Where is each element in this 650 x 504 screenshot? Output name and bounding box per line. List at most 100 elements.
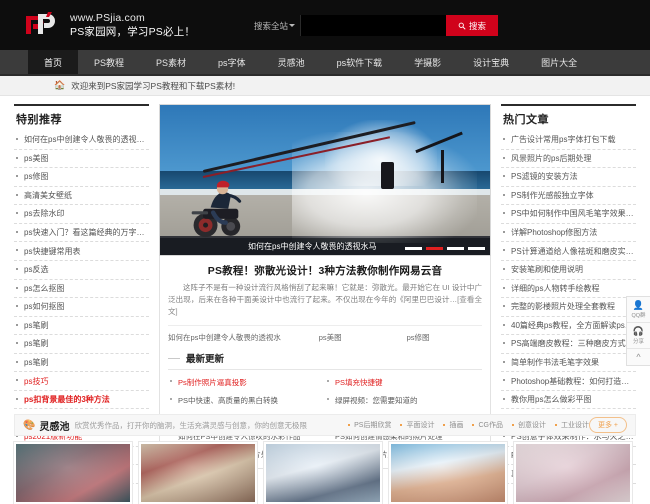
latest-updates-title: 最新更新: [186, 354, 225, 365]
inspiration-tag[interactable]: 平面设计: [400, 420, 434, 430]
popular-article-item[interactable]: PS高端磨皮教程：三种磨皮方式详解: [501, 335, 636, 354]
inspiration-card[interactable]: [139, 442, 257, 504]
latest-update-item[interactable]: Ps制作照片逼真投影: [168, 374, 325, 392]
palette-icon: 🎨: [23, 419, 36, 431]
site-logo[interactable]: www.PSjia.com PS家园网，学习PS必上！: [22, 10, 195, 40]
popular-article-item[interactable]: 安装笔刷和使用说明: [501, 261, 636, 280]
popular-article-item[interactable]: 教你用ps怎么做彩平图: [501, 391, 636, 410]
popular-article-item[interactable]: 风景照片的ps后期处理: [501, 150, 636, 169]
home-icon: 🏠: [54, 80, 66, 90]
popular-article-item[interactable]: PS滤镜的安装方法: [501, 168, 636, 187]
popular-article-item[interactable]: PS制作光感般独立字体: [501, 187, 636, 206]
widget-qq-group-label: QQ群: [631, 313, 646, 319]
popular-article-item[interactable]: 详细的ps人物转手绘教程: [501, 280, 636, 299]
sub-link-3[interactable]: ps修图: [407, 332, 430, 343]
inspiration-tag-list: PS后期欣赏 平面设计 插画 CG作品 创意设计 工业设计: [348, 420, 589, 430]
popular-article-item[interactable]: 40篇经典ps教程，全方面解读ps技巧: [501, 317, 636, 336]
hero-dot[interactable]: [426, 247, 443, 250]
sidebar-link-item[interactable]: ps笔刷: [14, 317, 149, 336]
popular-article-item[interactable]: 详解Photoshop修图方法: [501, 224, 636, 243]
left-sidebar-title: 特别推荐: [14, 104, 149, 131]
search-button[interactable]: 搜索: [446, 15, 498, 36]
popular-article-item[interactable]: 广告设计常用ps字体打包下载: [501, 131, 636, 150]
site-header: www.PSjia.com PS家园网，学习PS必上！ 搜索全站 搜索: [0, 0, 650, 50]
article-description-text: 这阵子不是有一种设计流行风格悄刮了起来嘛！它就是：弥散光。最开始它在 UI 设计…: [168, 283, 482, 304]
search-button-label: 搜索: [468, 20, 486, 31]
sidebar-link-item[interactable]: ps美图: [14, 150, 149, 169]
main-navigation: 首页 PS教程 PS素材 ps字体 灵感池 ps软件下载 学摄影 设计宝典 图片…: [0, 50, 650, 76]
inspiration-gallery: [14, 442, 636, 504]
inspiration-tag[interactable]: PS后期欣赏: [348, 420, 391, 430]
widget-back-to-top[interactable]: ^: [627, 349, 650, 365]
popular-article-item[interactable]: Photoshop基础教程：如何打造投影或倒: [501, 372, 636, 391]
latest-update-item[interactable]: 绿屏视频：您需要知道的: [325, 392, 482, 410]
sidebar-link-item[interactable]: ps扣背景最佳的3种方法: [14, 391, 149, 410]
floating-side-widget: 👤 QQ群 🎧 分享 ^: [626, 296, 650, 366]
inspiration-tag[interactable]: 工业设计: [554, 420, 589, 430]
inspiration-more-button[interactable]: 更多 +: [588, 417, 627, 433]
sub-link-1[interactable]: 如何在ps中创建令人敬畏的透视水: [168, 332, 319, 343]
sidebar-link-item[interactable]: ps如何抠图: [14, 298, 149, 317]
site-slogan: PS家园网，学习PS必上！: [70, 26, 196, 38]
inspiration-card[interactable]: [14, 442, 132, 504]
sidebar-link-item[interactable]: 高清美女壁纸: [14, 187, 149, 206]
sidebar-link-item[interactable]: ps技巧: [14, 372, 149, 391]
sidebar-link-item[interactable]: ps笔刷: [14, 354, 149, 373]
latest-update-item[interactable]: PS填充快捷键: [325, 374, 482, 392]
latest-updates-header: 最新更新: [168, 351, 482, 370]
hero-carousel[interactable]: 如何在ps中创建令人敬畏的透视水马: [159, 104, 491, 256]
nav-item-tutorials[interactable]: PS教程: [78, 50, 140, 74]
hero-caption-text: 如何在ps中创建令人敬畏的透视水马: [248, 242, 377, 251]
nav-item-software[interactable]: ps软件下载: [321, 50, 399, 74]
search-scope-label: 搜索全站: [254, 20, 289, 31]
popular-article-item[interactable]: PS计算通道给人像祛斑和磨皮实例教程: [501, 242, 636, 261]
hero-pagination-dots[interactable]: [405, 247, 485, 250]
right-sidebar-title: 热门文章: [501, 104, 636, 131]
nav-item-images[interactable]: 图片大全: [525, 50, 593, 74]
sidebar-link-item[interactable]: ps怎么抠图: [14, 280, 149, 299]
inspiration-tag[interactable]: 创意设计: [511, 420, 546, 430]
popular-article-item[interactable]: PS中如何制作中国风毛笔字效果详解: [501, 205, 636, 224]
sub-link-2[interactable]: ps美图: [319, 332, 407, 343]
inspiration-tag[interactable]: CG作品: [472, 420, 503, 430]
hero-dot[interactable]: [447, 247, 464, 250]
nav-item-inspiration[interactable]: 灵感池: [262, 50, 321, 74]
nav-item-fonts[interactable]: ps字体: [202, 50, 262, 74]
chevron-up-icon: ^: [636, 352, 641, 362]
article-sub-links: 如何在ps中创建令人敬畏的透视水 ps美图 ps修图: [168, 325, 482, 343]
article-title[interactable]: PS教程！弥散光设计！3种方法教你制作网易云音: [168, 263, 482, 278]
search-icon: [458, 22, 466, 30]
sidebar-link-item[interactable]: ps反选: [14, 261, 149, 280]
search-scope-dropdown[interactable]: 搜索全站: [248, 15, 300, 36]
sidebar-link-item[interactable]: ps快速入门？看这篇经典的万字笔记: [14, 224, 149, 243]
hero-dot[interactable]: [468, 247, 485, 250]
inspiration-card[interactable]: [264, 442, 382, 504]
hero-arm: [441, 150, 444, 183]
inspiration-subtitle: 欣赏优秀作品，打开你的脑洞，生活充满灵感与创意，你的创意无极限: [74, 420, 307, 430]
sidebar-link-item[interactable]: ps修图: [14, 168, 149, 187]
nav-item-design-guide[interactable]: 设计宝典: [457, 50, 525, 74]
popular-article-item[interactable]: 完整的影楼照片处理全套教程: [501, 298, 636, 317]
nav-item-home[interactable]: 首页: [28, 50, 79, 74]
nav-item-materials[interactable]: PS素材: [140, 50, 202, 74]
sidebar-link-item[interactable]: 如何在ps中创建令人敬畏的透视水马: [14, 131, 149, 150]
inspiration-tag[interactable]: 插画: [443, 420, 463, 430]
widget-share[interactable]: 🎧 分享: [627, 323, 650, 349]
sidebar-link-item[interactable]: ps快捷键常用表: [14, 242, 149, 261]
search-input[interactable]: [300, 15, 446, 36]
inspiration-card[interactable]: [514, 442, 632, 504]
search-bar: 搜索全站 搜索: [248, 15, 498, 36]
chevron-down-icon: [289, 24, 295, 27]
inspiration-title: 灵感池: [39, 421, 70, 433]
latest-update-item[interactable]: PS中快速、高质量的黑白转换: [168, 392, 325, 410]
sidebar-link-item[interactable]: ps笔刷: [14, 335, 149, 354]
hero-dot[interactable]: [405, 247, 422, 250]
user-group-icon: 👤: [632, 300, 645, 310]
headphone-icon: 🎧: [632, 326, 645, 336]
nav-item-photography[interactable]: 学摄影: [398, 50, 457, 74]
widget-qq-group[interactable]: 👤 QQ群: [627, 297, 650, 323]
popular-article-item[interactable]: 简单制作书法毛笔字效果: [501, 354, 636, 373]
sidebar-link-item[interactable]: ps去除水印: [14, 205, 149, 224]
inspiration-card[interactable]: [389, 442, 507, 504]
